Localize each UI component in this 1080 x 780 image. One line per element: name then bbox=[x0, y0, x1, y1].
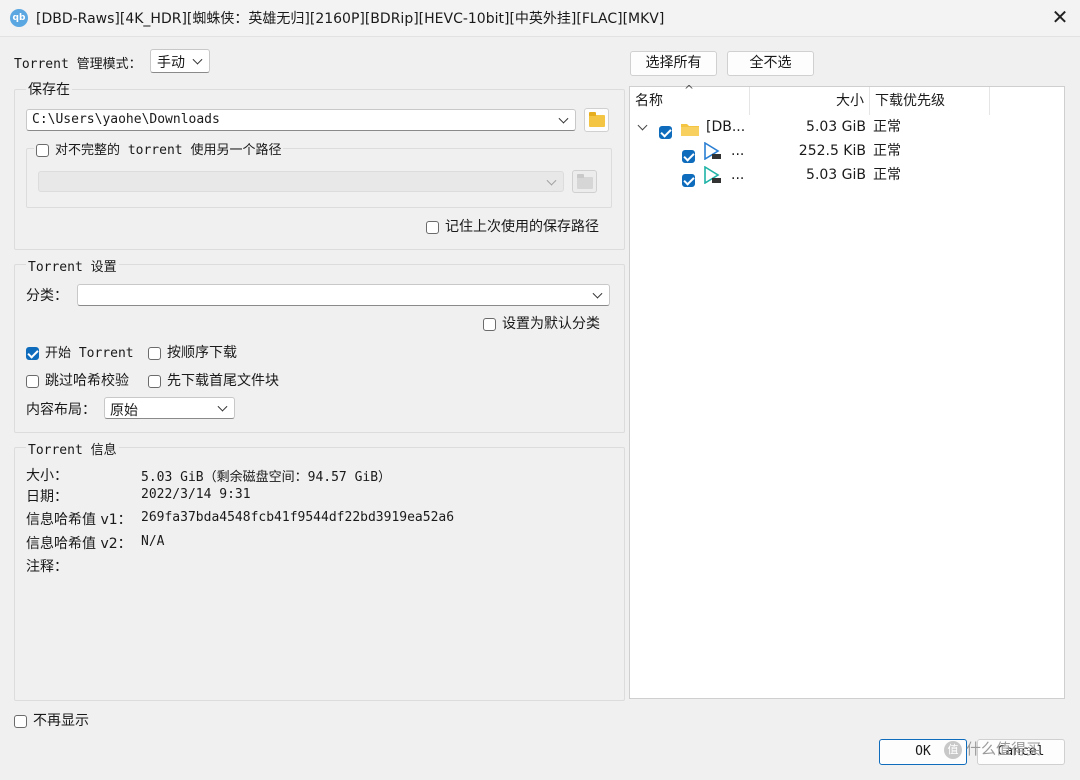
dont-show-again-toggle[interactable]: 不再显示 bbox=[14, 710, 89, 730]
default-category-checkbox[interactable] bbox=[483, 317, 496, 331]
folder-icon bbox=[589, 112, 605, 127]
browse-incomplete-path-button[interactable] bbox=[572, 170, 597, 193]
file-priority: 正常 bbox=[873, 167, 901, 183]
incomplete-path-label: 对不完整的 torrent 使用另一个路径 bbox=[55, 143, 282, 158]
chevron-down-icon bbox=[217, 401, 228, 412]
hash-v1-value: 269fa37bda4548fcb41f9544df22bd3919ea52a6 bbox=[141, 510, 455, 525]
category-label: 分类： bbox=[26, 288, 68, 304]
incomplete-path-checkbox[interactable] bbox=[36, 143, 49, 157]
file-name: ... bbox=[731, 143, 745, 159]
default-category-label: 设置为默认分类 bbox=[502, 316, 600, 332]
file-size: 5.03 GiB bbox=[806, 167, 866, 183]
sequential-download-checkbox[interactable] bbox=[148, 346, 161, 360]
sequential-download-label: 按顺序下载 bbox=[167, 345, 237, 361]
remember-path-label: 记住上次使用的保存路径 bbox=[445, 219, 599, 235]
comment-label: 注释： bbox=[26, 559, 68, 575]
management-mode-select[interactable]: 手动 bbox=[150, 49, 210, 73]
sequential-download-toggle[interactable]: 按顺序下载 bbox=[148, 342, 237, 362]
column-header-name-label: 名称 bbox=[635, 93, 663, 109]
save-path-value: C:\Users\yaohe\Downloads bbox=[32, 112, 220, 127]
sort-ascending-icon: ^ bbox=[684, 83, 695, 97]
chevron-down-icon[interactable] bbox=[637, 120, 648, 131]
video-file-icon bbox=[703, 141, 721, 161]
folder-icon bbox=[681, 120, 699, 136]
torrent-settings-title: Torrent 设置 bbox=[26, 256, 119, 275]
folder-icon bbox=[577, 174, 593, 189]
close-button[interactable]: ✕ bbox=[1040, 0, 1080, 36]
chevron-down-icon bbox=[192, 54, 203, 65]
management-mode-value: 手动 bbox=[157, 55, 185, 71]
content-layout-value: 原始 bbox=[110, 403, 138, 419]
default-category-toggle[interactable]: 设置为默认分类 bbox=[483, 313, 600, 333]
dont-show-again-checkbox[interactable] bbox=[14, 714, 27, 728]
file-name: ... bbox=[731, 167, 745, 183]
size-value: 5.03 GiB（剩余磁盘空间：94.57 GiB） bbox=[141, 470, 392, 485]
first-last-pieces-toggle[interactable]: 先下载首尾文件块 bbox=[148, 370, 279, 390]
remember-path-checkbox[interactable] bbox=[426, 220, 439, 234]
file-checkbox[interactable] bbox=[682, 173, 695, 187]
skip-hash-check-checkbox[interactable] bbox=[26, 374, 39, 388]
hash-v1-label: 信息哈希值 v1： bbox=[26, 512, 132, 528]
hash-v2-value: N/A bbox=[141, 534, 165, 549]
first-last-pieces-label: 先下载首尾文件块 bbox=[167, 373, 279, 389]
file-checkbox[interactable] bbox=[659, 125, 672, 139]
start-torrent-toggle[interactable]: 开始 Torrent bbox=[26, 342, 134, 361]
watermark: 值什么值得买 bbox=[944, 738, 1041, 759]
torrent-info-title: Torrent 信息 bbox=[26, 439, 119, 458]
file-size: 5.03 GiB bbox=[806, 119, 866, 135]
date-label: 日期： bbox=[26, 489, 68, 505]
save-location-title: 保存在 bbox=[26, 79, 72, 99]
management-mode-label: Torrent 管理模式： bbox=[14, 57, 142, 72]
video-file-icon bbox=[703, 165, 721, 185]
skip-hash-check-label: 跳过哈希校验 bbox=[45, 373, 129, 389]
tree-row[interactable]: ... 252.5 KiB 正常 bbox=[630, 139, 1064, 163]
content-layout-label: 内容布局： bbox=[26, 402, 96, 418]
watermark-logo-icon: 值 bbox=[944, 740, 962, 759]
remember-path-toggle[interactable]: 记住上次使用的保存路径 bbox=[426, 216, 599, 236]
hash-v2-label: 信息哈希值 v2： bbox=[26, 536, 132, 552]
chevron-down-icon bbox=[546, 175, 557, 186]
tree-row[interactable]: ... 5.03 GiB 正常 bbox=[630, 163, 1064, 187]
start-torrent-label: 开始 Torrent bbox=[45, 346, 134, 361]
file-size: 252.5 KiB bbox=[798, 143, 866, 159]
skip-hash-check-toggle[interactable]: 跳过哈希校验 bbox=[26, 370, 129, 390]
column-header-priority[interactable]: 下载优先级 bbox=[870, 87, 990, 115]
watermark-text: 什么值得买 bbox=[966, 740, 1042, 758]
category-combobox[interactable] bbox=[77, 284, 610, 306]
size-label: 大小： bbox=[26, 468, 68, 484]
tree-row[interactable]: [DB... 5.03 GiB 正常 bbox=[630, 115, 1064, 139]
torrent-info-group bbox=[14, 447, 625, 701]
select-none-button[interactable]: 全不选 bbox=[727, 51, 814, 76]
start-torrent-checkbox[interactable] bbox=[26, 346, 39, 360]
file-name: [DB... bbox=[706, 119, 746, 135]
browse-save-path-button[interactable] bbox=[584, 108, 609, 132]
dont-show-again-label: 不再显示 bbox=[33, 713, 89, 729]
app-icon: qb bbox=[10, 9, 28, 27]
file-priority: 正常 bbox=[873, 119, 901, 135]
incomplete-path-toggle[interactable]: 对不完整的 torrent 使用另一个路径 bbox=[34, 139, 284, 158]
content-layout-select[interactable]: 原始 bbox=[104, 397, 235, 419]
window-title: [DBD-Raws][4K_HDR][蜘蛛侠：英雄无归][2160P][BDRi… bbox=[36, 11, 665, 27]
file-priority: 正常 bbox=[873, 143, 901, 159]
chevron-down-icon bbox=[592, 288, 603, 299]
file-tree[interactable]: 名称 ^ 大小 下载优先级 [DB... 5.03 GiB 正常 ... 252… bbox=[629, 83, 1065, 699]
select-all-button[interactable]: 选择所有 bbox=[630, 51, 717, 76]
date-value: 2022/3/14 9:31 bbox=[141, 487, 251, 502]
file-checkbox[interactable] bbox=[682, 149, 695, 163]
column-header-size[interactable]: 大小 bbox=[750, 87, 870, 115]
first-last-pieces-checkbox[interactable] bbox=[148, 374, 161, 388]
chevron-down-icon bbox=[558, 113, 569, 124]
title-bar: qb [DBD-Raws][4K_HDR][蜘蛛侠：英雄无归][2160P][B… bbox=[0, 0, 1080, 37]
save-path-combobox[interactable]: C:\Users\yaohe\Downloads bbox=[26, 109, 576, 131]
incomplete-path-combobox[interactable] bbox=[38, 171, 564, 192]
